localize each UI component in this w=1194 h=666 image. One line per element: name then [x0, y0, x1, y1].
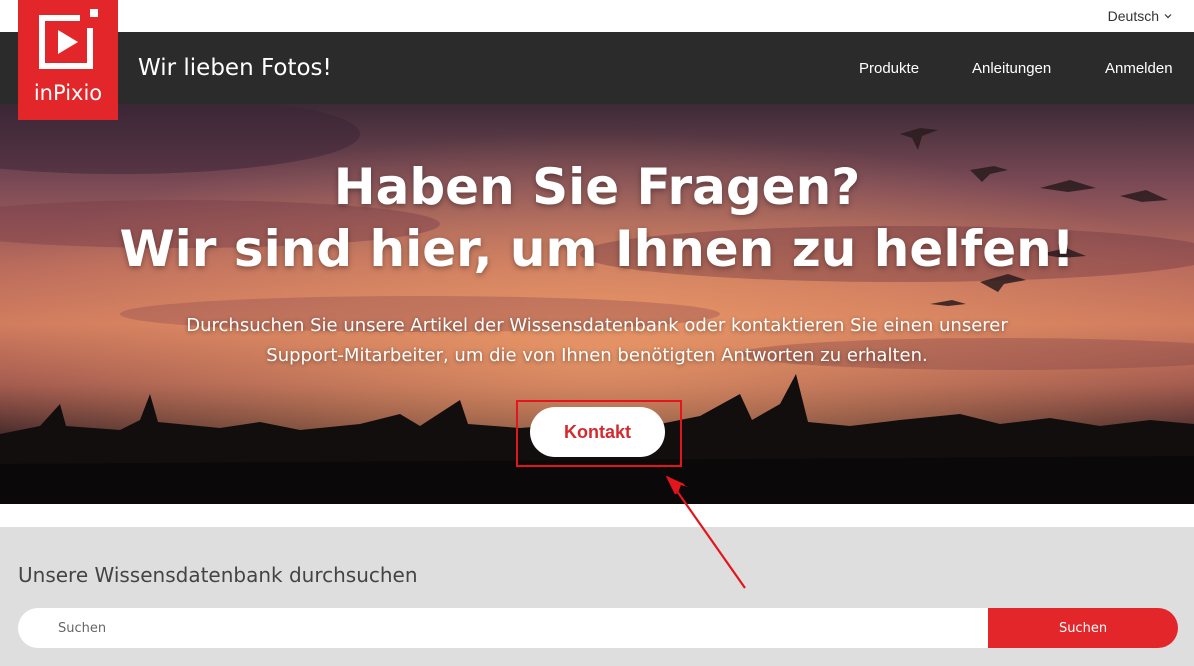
annotation-highlight-box [516, 400, 682, 467]
nav-item-anleitungen[interactable]: Anleitungen [972, 60, 1051, 77]
language-bar: Deutsch [0, 0, 1194, 32]
hero-heading: Haben Sie Fragen? Wir sind hier, um Ihne… [0, 156, 1194, 280]
hero-description-line-1: Durchsuchen Sie unsere Artikel der Wisse… [186, 315, 1008, 336]
site-tagline: Wir lieben Fotos! [138, 55, 332, 81]
knowledge-base-title: Unsere Wissensdatenbank durchsuchen [18, 563, 418, 587]
knowledge-base-search-input[interactable] [18, 608, 989, 648]
nav-item-anmelden[interactable]: Anmelden [1105, 60, 1173, 77]
chevron-down-icon [1164, 14, 1172, 19]
language-label: Deutsch [1107, 8, 1159, 24]
hero-heading-line-2: Wir sind hier, um Ihnen zu helfen! [119, 220, 1075, 278]
inpixio-logo[interactable]: inPixio [18, 0, 118, 120]
play-logo-icon [39, 8, 100, 69]
language-selector[interactable]: Deutsch [1108, 8, 1172, 24]
search-button[interactable]: Suchen [988, 608, 1178, 648]
hero-description-line-2: Support-Mitarbeiter, um die von Ihnen be… [266, 345, 928, 366]
logo-wordmark: inPixio [33, 81, 103, 105]
hero-heading-line-1: Haben Sie Fragen? [333, 158, 861, 216]
hero-description: Durchsuchen Sie unsere Artikel der Wisse… [160, 311, 1034, 371]
knowledge-base-section: Unsere Wissensdatenbank durchsuchen Such… [0, 527, 1194, 666]
nav-item-produkte[interactable]: Produkte [859, 60, 919, 77]
